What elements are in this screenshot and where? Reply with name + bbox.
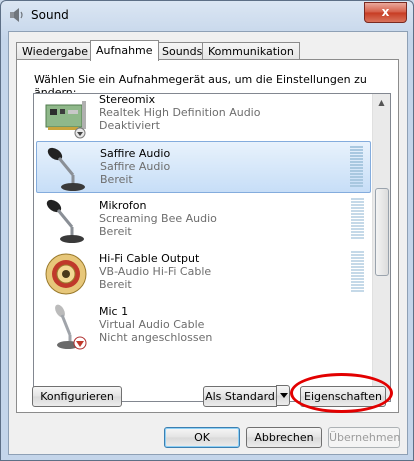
device-status: Deaktiviert bbox=[99, 119, 160, 132]
rca-jack-icon bbox=[45, 253, 87, 295]
device-status: Bereit bbox=[99, 225, 132, 238]
list-item-mikrofon[interactable]: Mikrofon Screaming Bee Audio Bereit bbox=[36, 194, 371, 246]
microphone-icon bbox=[47, 147, 85, 191]
apply-button[interactable]: Übernehmen bbox=[328, 427, 400, 448]
device-name: Mic 1 bbox=[99, 305, 129, 318]
scroll-up-arrow-icon[interactable]: ▲ bbox=[373, 94, 390, 111]
device-name: Saffire Audio bbox=[100, 147, 171, 160]
list-item-mic-1[interactable]: Mic 1 Virtual Audio Cable Nicht angeschl… bbox=[36, 300, 371, 352]
device-description: Screaming Bee Audio bbox=[99, 212, 217, 225]
device-description: Realtek High Definition Audio bbox=[99, 106, 261, 119]
title-bar[interactable]: Sound x bbox=[1, 1, 413, 31]
device-list-scrollbar[interactable]: ▲ ▼ bbox=[372, 94, 390, 401]
tab-sounds[interactable]: Sounds bbox=[156, 42, 209, 60]
list-item-saffire-audio[interactable]: Saffire Audio Saffire Audio Bereit bbox=[36, 141, 371, 193]
set-default-button[interactable]: Als Standard bbox=[203, 386, 277, 407]
device-name: Mikrofon bbox=[99, 199, 147, 212]
configure-button[interactable]: Konfigurieren bbox=[32, 386, 122, 407]
tab-aufnahme[interactable]: Aufnahme bbox=[90, 40, 159, 61]
device-description: Saffire Audio bbox=[100, 160, 171, 173]
device-description: VB-Audio Hi-Fi Cable bbox=[99, 265, 212, 278]
sound-card-icon bbox=[45, 101, 86, 139]
microphone-icon bbox=[46, 199, 84, 243]
sound-dialog-window: Sound x Wiedergabe Aufnahme Sounds Kommu… bbox=[0, 0, 414, 461]
list-item-hifi-cable-output[interactable]: Hi-Fi Cable Output VB-Audio Hi-Fi Cable … bbox=[36, 247, 371, 299]
device-description: Virtual Audio Cable bbox=[99, 318, 205, 331]
ok-button[interactable]: OK bbox=[164, 427, 240, 448]
level-meter bbox=[351, 251, 364, 295]
scroll-thumb[interactable] bbox=[375, 188, 389, 276]
tab-wiedergabe[interactable]: Wiedergabe bbox=[16, 42, 95, 60]
recording-tab-panel: Wählen Sie ein Aufnahmegerät aus, um die… bbox=[16, 59, 399, 413]
set-default-dropdown-arrow-icon[interactable] bbox=[276, 385, 290, 406]
close-button[interactable]: x bbox=[364, 2, 407, 23]
level-meter bbox=[350, 146, 363, 190]
recording-device-list[interactable]: Stereomix Realtek High Definition Audio … bbox=[33, 93, 391, 402]
device-name: Hi-Fi Cable Output bbox=[99, 252, 200, 265]
window-title: Sound bbox=[31, 8, 69, 22]
device-name: Stereomix bbox=[99, 93, 156, 106]
device-status: Bereit bbox=[100, 173, 133, 186]
highlight-annotation-circle bbox=[290, 373, 393, 413]
list-item-stereomix[interactable]: Stereomix Realtek High Definition Audio … bbox=[36, 93, 371, 140]
microphone-icon bbox=[55, 304, 87, 350]
level-meter bbox=[351, 198, 364, 242]
cancel-button[interactable]: Abbrechen bbox=[246, 427, 322, 448]
device-status: Nicht angeschlossen bbox=[99, 331, 213, 344]
speaker-icon bbox=[10, 8, 23, 22]
tab-kommunikation[interactable]: Kommunikation bbox=[202, 42, 300, 60]
device-status: Bereit bbox=[99, 278, 132, 291]
